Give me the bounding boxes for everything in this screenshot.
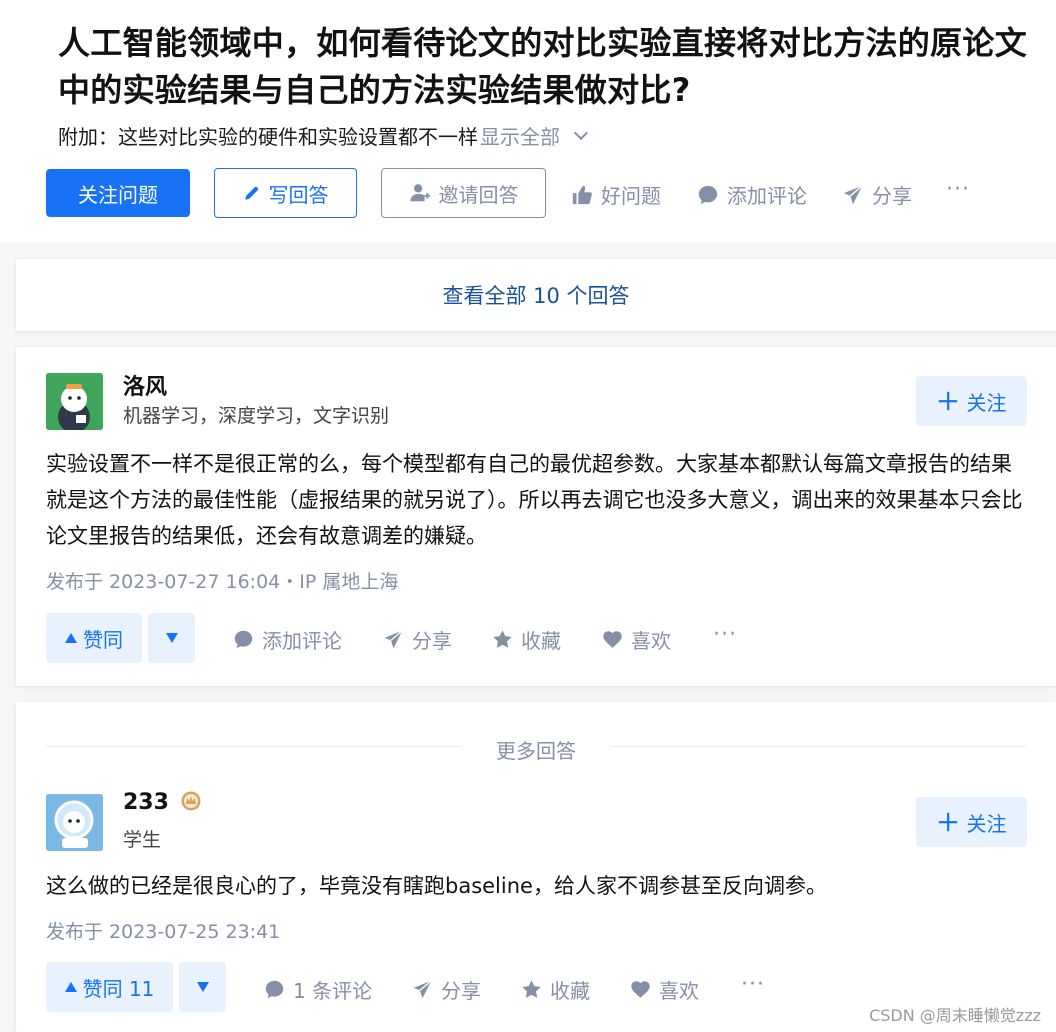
share-label: 分享: [441, 979, 481, 1003]
answer-card: 更多回答 233 学生 关注 这么做的已经是很良心的了，毕竟没有瞎跑baseli…: [16, 702, 1056, 1032]
question-title: 人工智能领域中，如何看待论文的对比实验直接将对比方法的原论文中的实验结果与自己的…: [58, 24, 1028, 109]
more-options-button[interactable]: ···: [946, 177, 970, 202]
add-comment-button[interactable]: 添加评论: [233, 625, 342, 654]
comment-icon: [265, 980, 284, 999]
follow-user-button[interactable]: 关注: [916, 376, 1027, 426]
follow-user-label: 关注: [966, 811, 1007, 836]
collect-button[interactable]: 收藏: [521, 975, 590, 1004]
share-icon: [384, 630, 403, 649]
plus-icon: [938, 812, 957, 832]
collect-button[interactable]: 收藏: [492, 625, 561, 654]
more-options-button[interactable]: ···: [741, 972, 765, 997]
downvote-button[interactable]: [179, 962, 226, 1012]
invite-answer-label: 邀请回答: [438, 182, 519, 207]
answer-time[interactable]: 发布于 2023-07-25 23:41: [46, 917, 280, 944]
thumbs-up-icon: [572, 185, 592, 204]
share-button[interactable]: 分享: [412, 975, 481, 1004]
plus-icon: [938, 391, 957, 411]
write-answer-button[interactable]: 写回答: [214, 168, 357, 218]
answer-time[interactable]: 发布于 2023-07-27 16:04・IP 属地上海: [46, 567, 398, 594]
like-button[interactable]: 喜欢: [630, 975, 699, 1004]
avatar-image: [46, 794, 103, 851]
invite-answer-button[interactable]: 邀请回答: [381, 168, 546, 218]
star-icon: [493, 630, 512, 648]
answer-content: 实验设置不一样不是很正常的么，每个模型都有自己的最优超参数。大家基本都默认每篇文…: [46, 452, 1023, 548]
upvote-button[interactable]: 赞同 11: [46, 962, 173, 1012]
answer-content: 这么做的已经是很良心的了，毕竟没有瞎跑baseline，给人家不调参甚至反向调参…: [46, 874, 827, 898]
avatar[interactable]: [46, 794, 103, 851]
show-all-link[interactable]: 显示全部: [480, 125, 560, 149]
upvote-label: 赞同: [83, 627, 123, 652]
share-icon: [843, 184, 863, 204]
heart-icon: [631, 981, 650, 998]
add-comment-label: 添加评论: [262, 629, 342, 653]
question-detail-text: 附加：这些对比实验的硬件和实验设置都不一样: [58, 125, 478, 149]
heart-icon: [603, 631, 622, 648]
comments-button[interactable]: 1 条评论: [264, 975, 372, 1004]
share-button[interactable]: 分享: [383, 625, 452, 654]
follow-question-label: 关注问题: [78, 182, 158, 207]
good-question-button[interactable]: 好问题: [571, 180, 661, 209]
view-all-answers-link[interactable]: 查看全部 10 个回答: [16, 259, 1056, 331]
star-icon: [522, 980, 541, 998]
divider: [611, 746, 1026, 747]
comments-label: 1 条评论: [293, 979, 373, 1003]
add-comment-button[interactable]: 添加评论: [697, 180, 807, 209]
author-name[interactable]: 233: [123, 790, 201, 815]
more-options-button[interactable]: ···: [713, 622, 737, 647]
collect-label: 收藏: [521, 629, 561, 653]
good-question-label: 好问题: [601, 184, 661, 208]
downvote-button[interactable]: [148, 613, 195, 663]
avatar[interactable]: [46, 373, 103, 430]
author-bio: 机器学习，深度学习，文字识别: [123, 405, 390, 427]
triangle-down-icon: [165, 633, 178, 643]
triangle-up-icon: [64, 982, 77, 992]
like-label: 喜欢: [659, 979, 699, 1003]
upvote-label: 赞同 11: [82, 976, 155, 1001]
crown-badge-icon: [181, 791, 201, 811]
author-name[interactable]: 洛风: [123, 369, 167, 401]
follow-question-button[interactable]: 关注问题: [46, 169, 190, 217]
answer-card: 洛风 机器学习，深度学习，文字识别 关注 实验设置不一样不是很正常的么，每个模型…: [16, 347, 1056, 686]
more-answers-label: 更多回答: [496, 739, 576, 763]
follow-user-label: 关注: [966, 390, 1007, 415]
question-detail: 附加：这些对比实验的硬件和实验设置都不一样 显示全部: [58, 121, 589, 153]
share-icon: [413, 980, 432, 999]
watermark: CSDN @周末睡懒觉zzz: [869, 1006, 1041, 1025]
comment-icon: [698, 185, 718, 204]
add-comment-label: 添加评论: [727, 184, 807, 208]
like-button[interactable]: 喜欢: [602, 625, 671, 654]
share-label: 分享: [412, 629, 452, 653]
chevron-down-icon[interactable]: [573, 125, 589, 141]
view-all-answers-label: 查看全部 10 个回答: [442, 284, 630, 308]
share-label: 分享: [872, 184, 912, 208]
triangle-down-icon: [196, 982, 209, 992]
share-button[interactable]: 分享: [842, 180, 912, 209]
comment-icon: [234, 630, 253, 649]
collect-label: 收藏: [550, 979, 590, 1003]
like-label: 喜欢: [631, 629, 671, 653]
avatar-image: [46, 373, 103, 430]
upvote-button[interactable]: 赞同: [46, 613, 142, 663]
pencil-icon: [244, 186, 258, 200]
question-header: 人工智能领域中，如何看待论文的对比实验直接将对比方法的原论文中的实验结果与自己的…: [0, 0, 1056, 242]
follow-user-button[interactable]: 关注: [916, 797, 1027, 847]
author-bio: 学生: [123, 829, 162, 851]
add-user-icon: [409, 184, 430, 202]
triangle-up-icon: [65, 633, 77, 643]
write-answer-label: 写回答: [268, 182, 329, 207]
author-name-text: 233: [123, 790, 169, 815]
